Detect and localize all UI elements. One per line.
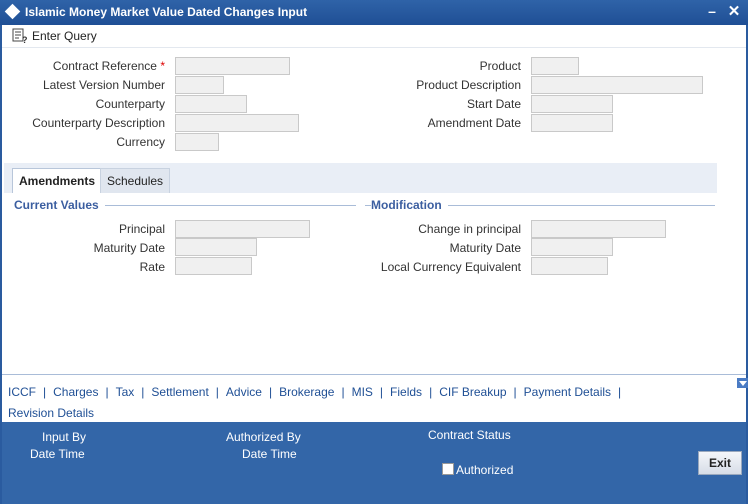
window-titlebar: Islamic Money Market Value Dated Changes…	[0, 0, 748, 25]
link-fields[interactable]: Fields	[390, 385, 422, 399]
new-maturity-date-field[interactable]	[531, 238, 613, 256]
link-cif-breakup[interactable]: CIF Breakup	[439, 385, 506, 399]
required-marker: *	[160, 59, 165, 73]
amendment-date-field[interactable]	[531, 114, 613, 132]
currency-label: Currency	[116, 135, 165, 149]
window-diamond-icon	[4, 3, 21, 20]
svg-text:?: ?	[22, 35, 28, 44]
enter-query-button[interactable]: ? Enter Query	[12, 28, 97, 44]
tab-strip: Amendments Schedules	[4, 163, 717, 193]
change-in-principal-field[interactable]	[531, 220, 666, 238]
authorized-by-label: Authorized By	[226, 430, 301, 444]
link-charges[interactable]: Charges	[53, 385, 98, 399]
contract-reference-field[interactable]	[175, 57, 290, 75]
link-brokerage[interactable]: Brokerage	[279, 385, 334, 399]
principal-field[interactable]	[175, 220, 310, 238]
modification-heading: Modification	[371, 198, 448, 212]
counterparty-description-field[interactable]	[175, 114, 299, 132]
enter-query-label: Enter Query	[32, 29, 97, 43]
rate-field[interactable]	[175, 257, 252, 275]
product-description-field[interactable]	[531, 76, 703, 94]
link-list: ICCF | Charges | Tax | Settlement | Advice | Broke…	[8, 385, 622, 420]
toolbar-divider	[2, 47, 746, 48]
exit-button[interactable]: Exit	[698, 451, 742, 475]
authorized-date-time-label: Date Time	[242, 447, 297, 461]
contract-reference-label: Contract Reference *	[52, 59, 165, 73]
link-tax[interactable]: Tax	[116, 385, 135, 399]
amendment-date-label: Amendment Date	[427, 116, 521, 130]
principal-label: Principal	[118, 222, 165, 236]
contract-status-label: Contract Status	[428, 428, 511, 442]
scroll-down-arrow-icon[interactable]	[737, 378, 748, 388]
counterparty-label: Counterparty	[95, 97, 165, 111]
local-currency-equivalent-label: Local Currency Equivalent	[380, 260, 521, 274]
counterparty-field[interactable]	[175, 95, 247, 113]
input-by-label: Input By	[42, 430, 87, 444]
start-date-field[interactable]	[531, 95, 613, 113]
close-button[interactable]: ✕	[726, 2, 742, 20]
current-maturity-date-field[interactable]	[175, 238, 257, 256]
enter-query-icon: ?	[12, 28, 28, 44]
tab-amendments[interactable]: Amendments	[12, 168, 103, 193]
window-title: Islamic Money Market Value Dated Changes…	[25, 5, 308, 19]
latest-version-label: Latest Version Number	[42, 78, 165, 92]
product-label: Product	[479, 59, 521, 73]
authorized-label: Authorized	[456, 463, 514, 477]
change-in-principal-label: Change in principal	[418, 222, 521, 236]
link-mis[interactable]: MIS	[352, 385, 373, 399]
currency-field[interactable]	[175, 133, 219, 151]
date-time-label: Date Time	[30, 447, 85, 461]
link-advice[interactable]: Advice	[226, 385, 262, 399]
latest-version-field[interactable]	[175, 76, 224, 94]
current-maturity-date-label: Maturity Date	[93, 241, 165, 255]
current-values-heading: Current Values	[14, 198, 105, 212]
audit-footer: Input By Date Time Authorized By Date Ti…	[2, 422, 746, 504]
rate-label: Rate	[139, 260, 165, 274]
link-iccf[interactable]: ICCF	[8, 385, 36, 399]
start-date-label: Start Date	[466, 97, 521, 111]
product-field[interactable]	[531, 57, 579, 75]
minimize-button[interactable]: –	[704, 3, 720, 21]
counterparty-description-label: Counterparty Description	[32, 116, 165, 130]
authorized-checkbox[interactable]	[442, 463, 454, 475]
tab-schedules[interactable]: Schedules	[100, 168, 171, 193]
local-currency-equivalent-field[interactable]	[531, 257, 608, 275]
subsystem-link-bar: ICCF | Charges | Tax | Settlement | Advice | Broke…	[2, 374, 748, 422]
new-maturity-date-label: Maturity Date	[449, 241, 521, 255]
product-description-label: Product Description	[416, 78, 521, 92]
link-settlement[interactable]: Settlement	[151, 385, 208, 399]
link-payment-details[interactable]: Payment Details	[524, 385, 611, 399]
link-revision-details[interactable]: Revision Details	[8, 406, 94, 420]
